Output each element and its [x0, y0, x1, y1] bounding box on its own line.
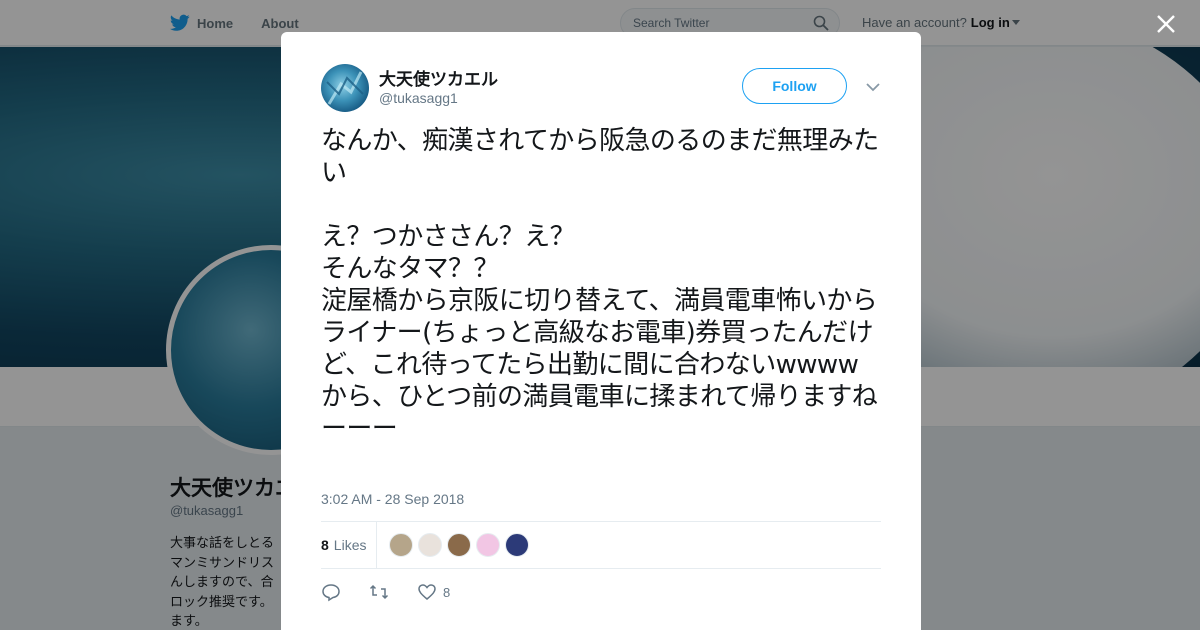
- heart-icon: [418, 584, 436, 600]
- liker-avatar[interactable]: [476, 533, 500, 557]
- likes-count[interactable]: 8 Likes: [321, 522, 377, 568]
- liker-avatars: [389, 533, 534, 557]
- chevron-down-icon[interactable]: [866, 82, 880, 92]
- reply-button[interactable]: [321, 582, 347, 602]
- like-count: 8: [443, 584, 451, 600]
- tweet-text: なんか、痴漢されてから阪急のるのまだ無理みたい え？つかささん？え？ そんなタマ…: [321, 126, 879, 444]
- liker-avatar[interactable]: [389, 533, 413, 557]
- avatar-texture: [326, 71, 364, 105]
- retweet-icon: [369, 584, 389, 600]
- reply-icon: [322, 584, 340, 602]
- likes-label: Likes: [333, 537, 367, 553]
- follow-button[interactable]: Follow: [742, 68, 847, 104]
- like-button[interactable]: 8: [417, 582, 450, 602]
- liker-avatar[interactable]: [505, 533, 529, 557]
- close-icon[interactable]: [1155, 13, 1177, 35]
- author-name[interactable]: 大天使ツカエル: [379, 65, 498, 90]
- tweet-actions: 8: [321, 580, 472, 604]
- author-handle[interactable]: @tukasagg1: [379, 90, 458, 106]
- tweet-timestamp[interactable]: 3:02 AM - 28 Sep 2018: [321, 491, 464, 507]
- tweet-modal: 大天使ツカエル @tukasagg1 Follow なんか、痴漢されてから阪急の…: [281, 32, 921, 630]
- likes-number: 8: [321, 537, 329, 553]
- retweet-button[interactable]: [369, 582, 395, 602]
- tweet-stats: 8 Likes: [321, 521, 881, 569]
- author-avatar[interactable]: [321, 64, 369, 112]
- liker-avatar[interactable]: [447, 533, 471, 557]
- liker-avatar[interactable]: [418, 533, 442, 557]
